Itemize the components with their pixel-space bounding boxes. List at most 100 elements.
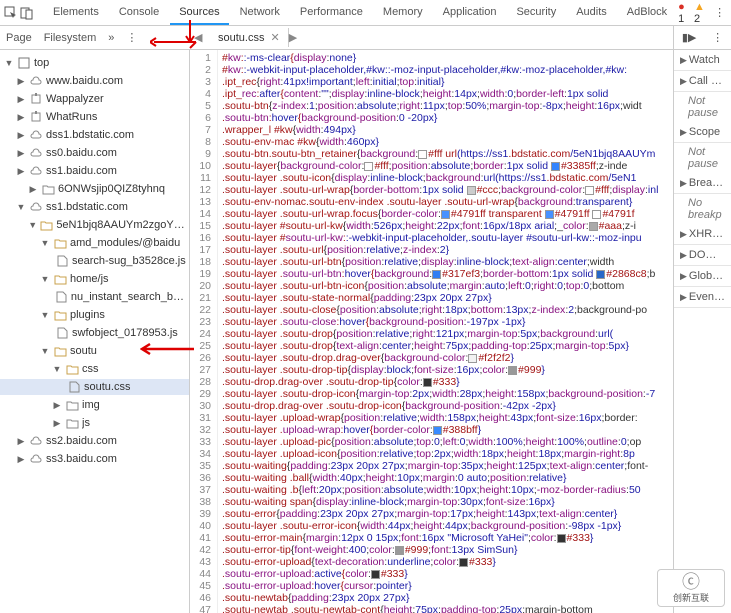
open-file-tab[interactable]: soutu.css ✕ [210,28,289,47]
tree-node[interactable]: ▶ss0.baidu.com [0,145,189,161]
debugger-panel: ▶Watch▶Call StaNot pause▶ScopeNot pause▶… [673,50,731,613]
cloud-icon [29,128,43,142]
tree-label: swfobject_0178953.js [72,327,178,339]
source-editor[interactable]: 1234567891011121314151617181920212223242… [190,50,673,613]
panel-tab-network[interactable]: Network [231,1,289,25]
tree-node[interactable]: ▼home/js [0,271,189,287]
error-count[interactable]: ● 1 [678,1,690,25]
open-file-name: soutu.css [218,32,264,44]
tree-node[interactable]: swfobject_0178953.js [0,325,189,341]
tree-label: dss1.bdstatic.com [46,129,134,141]
cloud-icon [29,110,43,124]
devtools-topbar: ElementsConsoleSourcesNetworkPerformance… [0,0,731,26]
folder-icon [65,362,79,376]
panel-tab-application[interactable]: Application [434,1,506,25]
tree-node[interactable]: ▶dss1.bdstatic.com [0,127,189,143]
debug-section[interactable]: ▶Watch [674,50,731,71]
debugger-menu-icon[interactable]: ⋮ [712,31,723,44]
debug-section[interactable]: ▶Scope [674,122,731,143]
tree-label: search-sug_b3528ce.js [72,255,186,267]
pause-icon[interactable]: ▮▶ [682,31,697,44]
inspect-icon[interactable] [4,4,18,22]
tree-label: css [82,363,99,375]
panel-tab-console[interactable]: Console [110,1,168,25]
tree-label: top [34,57,49,69]
cloud-icon [29,74,43,88]
device-icon[interactable] [20,4,34,22]
file-icon [55,290,68,304]
file-icon [67,380,81,394]
cloud-icon [29,452,43,466]
tree-label: ss2.baidu.com [46,435,117,447]
tree-node[interactable]: ▶ss1.baidu.com [0,163,189,179]
settings-icon[interactable]: ⋮ [713,4,726,22]
tree-node[interactable]: ▶WhatRuns [0,109,189,125]
tree-node[interactable]: ▶www.baidu.com [0,73,189,89]
tree-node[interactable]: ▶js [0,415,189,431]
panel-tab-audits[interactable]: Audits [567,1,616,25]
panel-tabs: ElementsConsoleSourcesNetworkPerformance… [44,1,676,25]
warning-count[interactable]: ▲ 2 [694,1,709,25]
tree-node[interactable]: ▶Wappalyzer [0,91,189,107]
filesystem-tab[interactable]: Filesystem [44,32,97,44]
panel-tab-security[interactable]: Security [507,1,565,25]
folder-icon [53,236,67,250]
panel-tab-performance[interactable]: Performance [291,1,372,25]
tree-node[interactable]: ▼amd_modules/@baidu [0,235,189,251]
more-tabs-icon[interactable]: » [108,32,114,44]
debug-section[interactable]: ▶Global I [674,266,731,287]
panel-tab-sources[interactable]: Sources [170,1,228,25]
tree-node[interactable]: search-sug_b3528ce.js [0,253,189,269]
panel-tab-adblock[interactable]: AdBlock [618,1,676,25]
tree-label: WhatRuns [46,111,97,123]
tree-node[interactable]: ▶6ONWsjip0QIZ8tyhnq [0,181,189,197]
watermark-badge: ⓒ 创新互联 [657,569,725,607]
panel-tab-memory[interactable]: Memory [374,1,432,25]
debug-section[interactable]: ▶Event Li [674,287,731,308]
debug-section[interactable]: ▶DOM Bi [674,245,731,266]
page-tab[interactable]: Page [6,32,32,44]
tree-node[interactable]: ▼css [0,361,189,377]
tree-label: 5eN1bjq8AAUYm2zgoY3K/r/ [56,219,187,231]
tree-label: ss1.baidu.com [46,165,117,177]
debug-section[interactable]: ▶Breakpo [674,173,731,194]
cloud-icon [29,92,43,106]
cloud-icon [17,56,31,70]
tree-label: img [82,399,100,411]
file-icon [55,254,69,268]
line-gutter: 1234567891011121314151617181920212223242… [190,50,218,613]
tree-label: 6ONWsjip0QIZ8tyhnq [58,183,165,195]
tree-node[interactable]: nu_instant_search_baaa5 [0,289,189,305]
tree-label: home/js [70,273,109,285]
source-content[interactable]: #kw::-ms-clear{display:none}#kw::-webkit… [218,50,673,613]
tree-node[interactable]: ▼soutu [0,343,189,359]
tree-node[interactable]: ▼ss1.bdstatic.com [0,199,189,215]
tree-label: ss0.baidu.com [46,147,117,159]
kebab-icon[interactable]: ⋮ [126,31,137,44]
tree-node[interactable]: ▼5eN1bjq8AAUYm2zgoY3K/r/ [0,217,189,233]
tree-label: nu_instant_search_baaa5 [71,291,187,303]
tree-node[interactable]: ▶ss3.baidu.com [0,451,189,467]
tree-label: Wappalyzer [46,93,104,105]
debug-section[interactable]: ▶XHR/fet [674,224,731,245]
close-file-icon[interactable]: ✕ [270,31,279,44]
tree-node[interactable]: ▶ss2.baidu.com [0,433,189,449]
debug-pause-msg: Not pause [674,92,731,122]
tree-label: ss3.baidu.com [46,453,117,465]
tree-node[interactable]: ▼top [0,55,189,71]
debug-section[interactable]: ▶Call Sta [674,71,731,92]
sources-subbar: Page Filesystem » ⋮ ◀ soutu.css ✕ ▶ ▮▶ ⋮ [0,26,731,50]
panel-tab-elements[interactable]: Elements [44,1,108,25]
tree-node[interactable]: ▶img [0,397,189,413]
tree-node[interactable]: soutu.css [0,379,189,395]
navigator-sidebar[interactable]: ▼top ▶www.baidu.com ▶Wappalyzer ▶WhatRuns ▶d… [0,50,190,613]
tree-node[interactable]: ▼plugins [0,307,189,323]
cloud-icon [29,434,43,448]
next-file-icon[interactable]: ▶ [289,31,305,44]
folder-icon [41,182,55,196]
file-icon [55,326,69,340]
debug-pause-msg: Not pause [674,143,731,173]
folder-icon [53,344,67,358]
prev-file-icon[interactable]: ◀ [194,31,210,44]
folder-icon [40,218,53,232]
